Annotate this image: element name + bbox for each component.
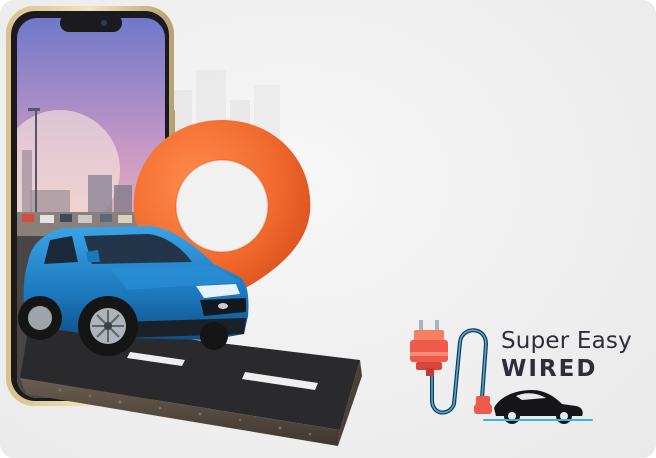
badge-subtitle: WIRED — [501, 356, 598, 382]
badge-title: Super Easy — [501, 328, 632, 354]
sports-car-icon — [494, 390, 583, 424]
super-easy-wired-badge: Super Easy WIRED — [404, 312, 652, 430]
hero-banner: Super Easy WIRED — [0, 0, 656, 458]
